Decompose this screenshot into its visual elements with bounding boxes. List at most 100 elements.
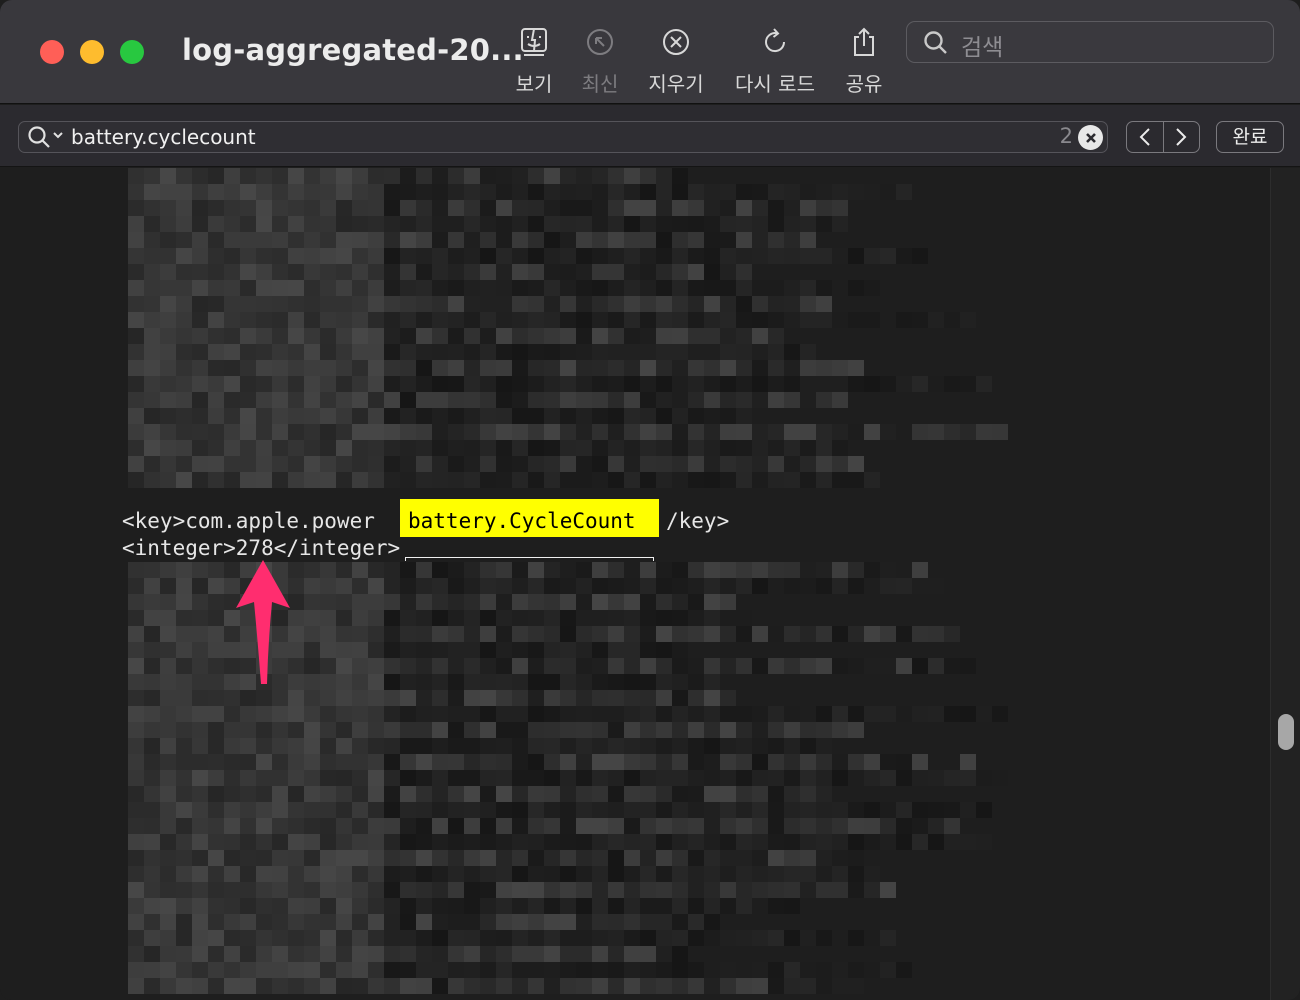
pixel-block (576, 328, 592, 344)
pixel-block (400, 296, 416, 312)
pixel-block (512, 610, 528, 626)
pixel-block (672, 344, 688, 360)
pixel-block (384, 642, 400, 658)
pixel-block (192, 328, 208, 344)
pixel-block (640, 200, 656, 216)
pixel-block (944, 834, 960, 850)
pixel-block (640, 168, 656, 184)
toolbar-share-button[interactable]: 공유 (824, 24, 904, 97)
scroll-thumb[interactable] (1278, 714, 1294, 750)
pixel-block (784, 360, 800, 376)
pixel-block (832, 754, 848, 770)
pixel-block (368, 248, 384, 264)
pixel-block (656, 296, 672, 312)
scroll-track[interactable] (1270, 168, 1300, 1000)
pixel-block (592, 168, 608, 184)
pixel-block (816, 248, 832, 264)
pixel-block (512, 200, 528, 216)
pixel-block (528, 674, 544, 690)
pixel-block (352, 264, 368, 280)
pixel-block (144, 296, 160, 312)
pixel-block (576, 674, 592, 690)
pixel-block (160, 610, 176, 626)
toolbar-reload-button[interactable]: 다시 로드 (725, 24, 825, 97)
pixel-block (384, 472, 400, 488)
pixel-block (448, 818, 464, 834)
search-icon[interactable] (27, 125, 51, 149)
pixel-block (432, 232, 448, 248)
pixel-block (608, 930, 624, 946)
pixel-block (832, 882, 848, 898)
pixel-block (144, 866, 160, 882)
pixel-block (560, 312, 576, 328)
pixel-block (128, 786, 144, 802)
pixel-block (224, 392, 240, 408)
pixel-block (672, 376, 688, 392)
pixel-block (864, 280, 880, 296)
pixel-block (416, 184, 432, 200)
pixel-block (736, 376, 752, 392)
pixel-block (224, 882, 240, 898)
pixel-block (704, 344, 720, 360)
pixel-block (608, 610, 624, 626)
pixel-block (880, 184, 896, 200)
pixel-block (464, 472, 480, 488)
find-input[interactable]: battery.cyclecount 2 (18, 121, 1108, 153)
pixel-block (128, 312, 144, 328)
pixel-block (656, 232, 672, 248)
pixel-block (368, 738, 384, 754)
log-content[interactable]: <key>com.apple.power battery.CycleCount … (0, 168, 1270, 1000)
pixel-block (192, 754, 208, 770)
pixel-block (512, 312, 528, 328)
pixel-block (656, 626, 672, 642)
pixel-block (528, 424, 544, 440)
zoom-window-button[interactable] (120, 40, 144, 64)
pixel-block (880, 424, 896, 440)
pixel-block (960, 424, 976, 440)
pixel-block (496, 392, 512, 408)
clear-find-button[interactable] (1078, 125, 1103, 150)
pixel-block (240, 770, 256, 786)
pixel-block (464, 456, 480, 472)
pixel-block (944, 424, 960, 440)
pixel-block (544, 184, 560, 200)
pixel-block (176, 184, 192, 200)
pixel-block (544, 802, 560, 818)
pixel-block (688, 360, 704, 376)
pixel-block (528, 562, 544, 578)
pixel-block (336, 562, 352, 578)
pixel-block (144, 642, 160, 658)
pixel-block (320, 626, 336, 642)
pixel-block (160, 642, 176, 658)
pixel-block (192, 866, 208, 882)
pixel-block (336, 248, 352, 264)
close-window-button[interactable] (40, 40, 64, 64)
pixel-block (560, 216, 576, 232)
chevron-down-icon[interactable] (52, 130, 64, 140)
pixel-block (832, 216, 848, 232)
previous-match-button[interactable] (1127, 122, 1163, 152)
toolbar-search-field[interactable]: 검색 (906, 21, 1274, 63)
minimize-window-button[interactable] (80, 40, 104, 64)
pixel-block (592, 578, 608, 594)
done-button[interactable]: 완료 (1216, 121, 1284, 153)
pixel-block (256, 690, 272, 706)
next-match-button[interactable] (1162, 122, 1200, 152)
pixel-block (752, 770, 768, 786)
pixel-block (880, 248, 896, 264)
pixel-block (320, 706, 336, 722)
pixel-block (400, 472, 416, 488)
pixel-block (320, 738, 336, 754)
pixel-block (176, 946, 192, 962)
pixel-block (464, 184, 480, 200)
toolbar-latest-button[interactable]: 최신 (560, 24, 640, 97)
toolbar-clear-button[interactable]: 지우기 (636, 24, 716, 97)
pixel-block (592, 866, 608, 882)
pixel-block (320, 850, 336, 866)
pixel-block (272, 200, 288, 216)
pixel-block (768, 930, 784, 946)
pixel-block (432, 978, 448, 994)
pixel-block (128, 280, 144, 296)
pixel-block (176, 578, 192, 594)
pixel-block (624, 690, 640, 706)
